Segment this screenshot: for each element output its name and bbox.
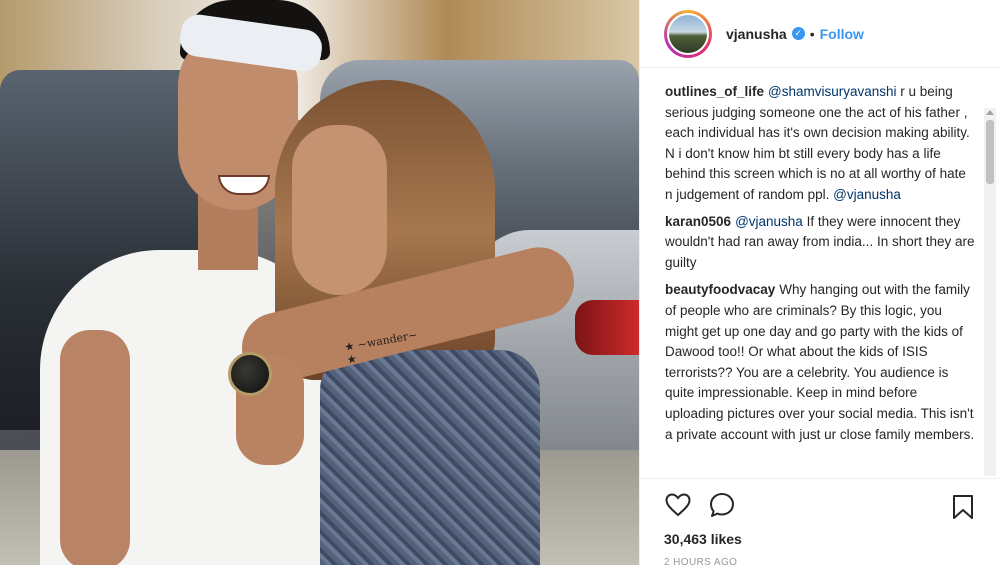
instagram-post: ★ ~wander~ ★ vjanusha ✓ • Follow outline… bbox=[0, 0, 1000, 568]
comment-text: Why hanging out with the family of peopl… bbox=[665, 282, 975, 442]
post-header: vjanusha ✓ • Follow bbox=[640, 0, 1000, 68]
post-photo[interactable]: ★ ~wander~ ★ bbox=[0, 0, 639, 565]
comment-list[interactable]: outlines_of_life @shamvisuryavanshi r u b… bbox=[640, 68, 1000, 478]
post-actions: 30,463 likes 2 HOURS AGO bbox=[640, 478, 1000, 568]
comment-author-link[interactable]: outlines_of_life bbox=[665, 84, 764, 99]
avatar[interactable] bbox=[664, 9, 712, 58]
comment-mention-link[interactable]: @vjanusha bbox=[833, 187, 901, 202]
comment-item: outlines_of_life @shamvisuryavanshi r u b… bbox=[665, 82, 975, 206]
bookmark-icon[interactable] bbox=[949, 493, 977, 521]
like-count[interactable]: 30,463 likes bbox=[664, 531, 742, 547]
man-arm bbox=[60, 330, 130, 565]
comment-mention-link[interactable]: @shamvisuryavanshi bbox=[768, 84, 897, 99]
comment-author-link[interactable]: karan0506 bbox=[665, 214, 731, 229]
car-taillight bbox=[575, 300, 639, 355]
comment-icon[interactable] bbox=[708, 491, 736, 519]
woman-face bbox=[292, 125, 387, 295]
avatar-image bbox=[667, 12, 709, 55]
comment-mention-link[interactable]: @vjanusha bbox=[735, 214, 803, 229]
separator-dot: • bbox=[809, 25, 815, 42]
woman-dress bbox=[320, 350, 540, 565]
verified-badge-icon: ✓ bbox=[791, 27, 805, 40]
follow-button[interactable]: Follow bbox=[820, 26, 864, 42]
heart-icon[interactable] bbox=[664, 491, 692, 519]
comment-item: beautyfoodvacay Why hanging out with the … bbox=[665, 280, 975, 445]
username-link[interactable]: vjanusha bbox=[726, 26, 787, 42]
scrollbar-thumb[interactable] bbox=[986, 120, 994, 184]
comment-item: karan0506 @vjanusha If they were innocent… bbox=[665, 212, 975, 274]
post-timestamp[interactable]: 2 HOURS AGO bbox=[664, 557, 737, 568]
post-side-panel: vjanusha ✓ • Follow outlines_of_life @sha… bbox=[639, 0, 1000, 568]
sunglasses bbox=[228, 352, 272, 396]
scroll-up-arrow-icon[interactable] bbox=[986, 110, 994, 115]
comment-author-link[interactable]: beautyfoodvacay bbox=[665, 282, 775, 297]
action-icons bbox=[664, 491, 736, 519]
comment-text: r u being serious judging someone one th… bbox=[665, 84, 970, 202]
comments-scrollbar[interactable] bbox=[984, 108, 996, 476]
